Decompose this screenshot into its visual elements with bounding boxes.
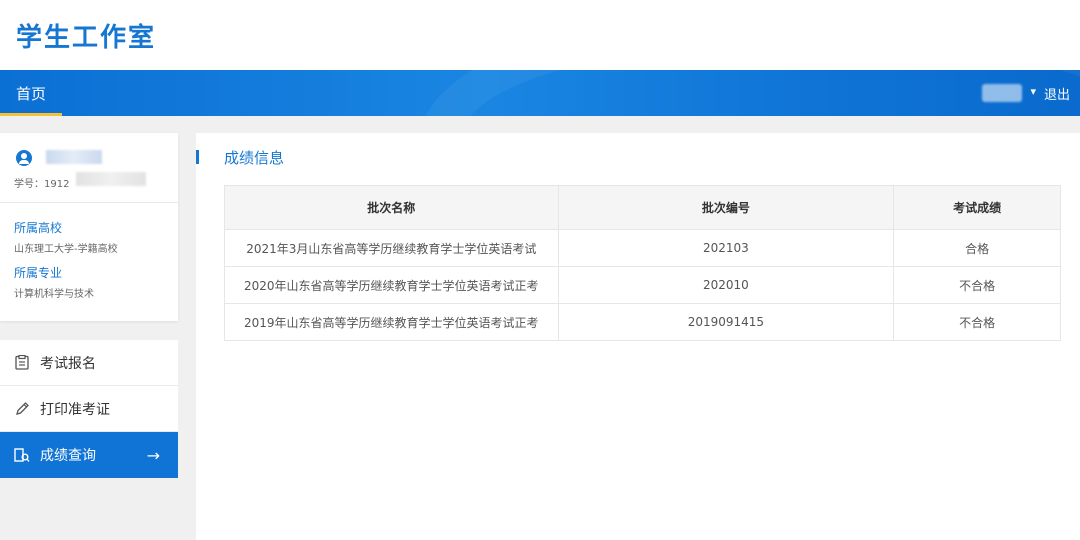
side-menu: 考试报名 打印准考证 成绩查询 → (0, 340, 178, 478)
avatar-icon (16, 150, 32, 166)
batch-name-cell: 2019年山东省高等学历继续教育学士学位英语考试正考 (224, 303, 559, 341)
body-area: 学号：1912 所属高校 山东理工大学-学籍高校 所属专业 计算机科学与技术 考… (0, 116, 1080, 540)
search-icon (14, 447, 30, 463)
column-header-batch-number: 批次编号 (557, 185, 895, 230)
menu-item-score-query[interactable]: 成绩查询 → (0, 432, 178, 478)
major-value: 计算机科学与技术 (14, 289, 94, 300)
table-row: 2019年山东省高等学历继续教育学士学位英语考试正考 2019091415 不合… (224, 303, 1061, 341)
menu-item-print-admission[interactable]: 打印准考证 (0, 386, 178, 432)
user-dropdown-caret-icon[interactable]: ▾ (1030, 85, 1036, 98)
site-title: 学生工作室 (16, 22, 157, 53)
user-name-blurred[interactable] (982, 84, 1022, 102)
table-row: 2021年3月山东省高等学历继续教育学士学位英语考试 202103 合格 (224, 229, 1061, 267)
score-cell: 合格 (893, 229, 1061, 267)
batch-number-cell: 202103 (557, 229, 895, 267)
major-label: 所属专业 (14, 266, 63, 280)
main-content: 成绩信息 批次名称 批次编号 考试成绩 2021年3月山东省高等学历继续教育学士… (196, 133, 1080, 540)
menu-item-label: 成绩查询 (40, 448, 96, 464)
document-icon (14, 355, 30, 371)
table-header-row: 批次名称 批次编号 考试成绩 (224, 185, 1061, 230)
student-name-blurred (46, 150, 102, 164)
scores-table: 批次名称 批次编号 考试成绩 2021年3月山东省高等学历继续教育学士学位英语考… (224, 185, 1061, 341)
menu-item-exam-registration[interactable]: 考试报名 (0, 340, 178, 386)
column-header-score: 考试成绩 (893, 185, 1061, 230)
table-row: 2020年山东省高等学历继续教育学士学位英语考试正考 202010 不合格 (224, 266, 1061, 304)
batch-number-cell: 202010 (557, 266, 895, 304)
top-navbar: 首页 ▾ 退出 (0, 70, 1080, 116)
school-value: 山东理工大学-学籍高校 (14, 244, 118, 255)
nav-home-tab[interactable]: 首页 (0, 70, 62, 116)
arrow-right-icon: → (146, 445, 160, 465)
school-label: 所属高校 (14, 221, 63, 235)
profile-card: 学号：1912 所属高校 山东理工大学-学籍高校 所属专业 计算机科学与技术 (0, 133, 178, 321)
logout-link[interactable]: 退出 (1044, 84, 1070, 103)
section-title: 成绩信息 (224, 149, 285, 167)
pencil-icon (14, 401, 30, 417)
column-header-batch-name: 批次名称 (224, 185, 559, 230)
batch-name-cell: 2020年山东省高等学历继续教育学士学位英语考试正考 (224, 266, 559, 304)
batch-number-cell: 2019091415 (557, 303, 895, 341)
batch-name-cell: 2021年3月山东省高等学历继续教育学士学位英语考试 (224, 229, 559, 267)
student-id: 学号：1912 (14, 179, 70, 190)
menu-item-label: 考试报名 (40, 355, 96, 372)
student-id-blurred (76, 172, 146, 186)
header: 学生工作室 (0, 0, 1080, 70)
menu-item-label: 打印准考证 (40, 401, 110, 418)
score-cell: 不合格 (893, 303, 1061, 341)
section-accent-bar (196, 150, 199, 164)
score-cell: 不合格 (893, 266, 1061, 304)
profile-header: 学号：1912 (0, 133, 178, 203)
